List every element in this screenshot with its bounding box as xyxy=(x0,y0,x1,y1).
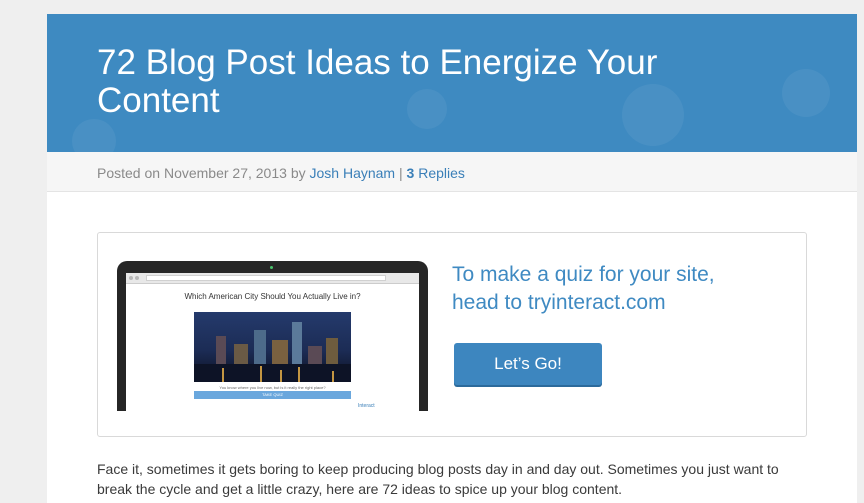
page-title: 72 Blog Post Ideas to Energize Your Cont… xyxy=(97,43,658,120)
building-shape xyxy=(308,346,322,364)
promo-banner[interactable]: Which American City Should You Actually … xyxy=(97,232,807,437)
quiz-title: Which American City Should You Actually … xyxy=(184,292,361,301)
post-header: 72 Blog Post Ideas to Energize Your Cont… xyxy=(47,14,857,152)
promo-line-2: head to tryinteract.com xyxy=(452,291,666,314)
replies-link[interactable]: 3 Replies xyxy=(407,165,465,181)
building-shape xyxy=(216,336,226,364)
promo-line-1: To make a quiz for your site, xyxy=(452,263,715,286)
decorative-circle xyxy=(72,119,116,152)
take-quiz-button: TAKE QUIZ xyxy=(194,391,351,399)
browser-bar xyxy=(126,273,419,284)
post-card: 72 Blog Post Ideas to Energize Your Cont… xyxy=(47,14,857,503)
light-reflection xyxy=(298,367,300,382)
building-shape xyxy=(234,344,248,364)
replies-count: 3 xyxy=(406,165,415,181)
light-reflection xyxy=(280,370,282,382)
laptop-image: Which American City Should You Actually … xyxy=(117,261,428,411)
light-reflection xyxy=(260,366,262,382)
interact-logo: Interact xyxy=(358,403,375,409)
light-reflection xyxy=(332,371,334,382)
building-shape xyxy=(326,338,338,364)
post-date[interactable]: November 27, 2013 xyxy=(164,165,287,181)
posted-on-label: Posted on xyxy=(97,165,161,181)
post-intro-paragraph: Face it, sometimes it gets boring to kee… xyxy=(97,461,779,497)
promo-text: To make a quiz for your site, head to tr… xyxy=(452,261,792,317)
laptop-screen: Which American City Should You Actually … xyxy=(126,273,419,411)
building-shape xyxy=(254,330,266,364)
author-link[interactable]: Josh Haynam xyxy=(310,165,396,181)
browser-dot xyxy=(129,276,133,280)
meta-separator: | xyxy=(398,165,403,181)
replies-label: Replies xyxy=(418,165,465,181)
decorative-circle xyxy=(782,69,830,117)
river-reflection xyxy=(194,364,351,382)
building-shape xyxy=(272,340,288,364)
post-meta: Posted on November 27, 2013 by Josh Hayn… xyxy=(47,152,857,192)
light-reflection xyxy=(222,368,224,382)
city-skyline-image xyxy=(194,312,351,382)
lets-go-button[interactable]: Let’s Go! xyxy=(454,343,602,385)
browser-dot xyxy=(135,276,139,280)
browser-url-bar xyxy=(146,275,386,281)
webcam-dot xyxy=(270,266,273,269)
by-label: by xyxy=(290,165,306,181)
quiz-question: You know where you live now, but is it r… xyxy=(219,385,326,390)
building-shape xyxy=(292,322,302,364)
post-meta-line: Posted on November 27, 2013 by Josh Hayn… xyxy=(97,165,465,181)
